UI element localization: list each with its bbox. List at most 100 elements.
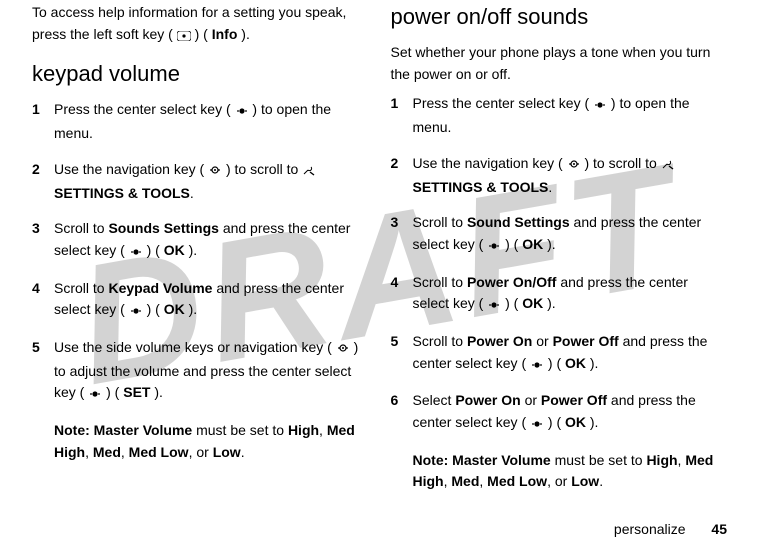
step-body: Use the navigation key ( ) to scroll to … (413, 153, 726, 198)
text: ) ( (505, 295, 518, 311)
ok-label: OK (522, 295, 543, 311)
ok-label: OK (164, 301, 185, 317)
set-label: SET (123, 384, 150, 400)
text: ) ( (147, 242, 160, 258)
page-footer: personalize 45 (614, 521, 727, 537)
text: Use the navigation key ( (413, 155, 563, 171)
step-number: 2 (391, 153, 413, 198)
power-off-label: Power Off (553, 333, 619, 349)
text: or (525, 392, 541, 408)
high-label: High (288, 422, 319, 438)
step-number: 3 (391, 212, 413, 257)
step-number: 5 (32, 337, 54, 406)
softkey-dot-icon (177, 26, 191, 48)
power-onoff-heading: power on/off sounds (391, 0, 726, 34)
settings-tools-label: SETTINGS & TOOLS (413, 179, 549, 195)
step-body: Scroll to Keypad Volume and press the ce… (54, 278, 367, 323)
info-label: Info (212, 26, 238, 42)
list-item: 1 Press the center select key ( ) to ope… (32, 99, 367, 144)
step-number: 2 (32, 159, 54, 204)
right-column: power on/off sounds Set whether your pho… (379, 0, 738, 529)
nav-key-icon (336, 339, 350, 361)
text: Press the center select key ( (54, 101, 231, 117)
text: ). (189, 301, 198, 317)
keypad-volume-heading: keypad volume (32, 57, 367, 91)
center-key-icon (593, 95, 607, 117)
note-label: Note: (413, 452, 449, 468)
list-item: 2 Use the navigation key ( ) to scroll t… (391, 153, 726, 198)
power-on-label: Power On (455, 392, 520, 408)
keypad-volume-steps: 1 Press the center select key ( ) to ope… (32, 99, 367, 406)
text: ). (154, 384, 163, 400)
ok-label: OK (164, 242, 185, 258)
text: Use the side volume keys or navigation k… (54, 339, 332, 355)
text: , or (189, 444, 213, 460)
nav-key-icon (567, 155, 581, 177)
text: , or (547, 473, 571, 489)
text: . (548, 179, 552, 195)
center-key-icon (487, 236, 501, 258)
center-key-icon (88, 384, 102, 406)
step-body: Scroll to Sound Settings and press the c… (413, 212, 726, 257)
text: ). (590, 414, 599, 430)
text: ) ( (195, 26, 208, 42)
text: ). (189, 242, 198, 258)
step-body: Select Power On or Power Off and press t… (413, 390, 726, 435)
text: must be set to (196, 422, 288, 438)
text: Scroll to (54, 220, 108, 236)
text: . (190, 185, 194, 201)
med-label: Med (451, 473, 479, 489)
step-number: 4 (391, 272, 413, 317)
med-label: Med (93, 444, 121, 460)
ok-label: OK (565, 355, 586, 371)
text: ) to scroll to (226, 161, 302, 177)
low-label: Low (571, 473, 599, 489)
text: ). (547, 236, 556, 252)
text: . (599, 473, 603, 489)
step-number: 3 (32, 218, 54, 263)
step-body: Use the side volume keys or navigation k… (54, 337, 367, 406)
ok-label: OK (522, 236, 543, 252)
step-body: Press the center select key ( ) to open … (413, 93, 726, 138)
page: To access help information for a setting… (0, 0, 757, 549)
sounds-settings-label: Sounds Settings (108, 220, 218, 236)
high-label: High (646, 452, 677, 468)
text: Scroll to (413, 333, 467, 349)
text: , (319, 422, 327, 438)
step-number: 1 (32, 99, 54, 144)
list-item: 5 Use the side volume keys or navigation… (32, 337, 367, 406)
list-item: 6 Select Power On or Power Off and press… (391, 390, 726, 435)
text: ). (590, 355, 599, 371)
step-body: Press the center select key ( ) to open … (54, 99, 367, 144)
text: Scroll to (413, 274, 467, 290)
list-item: 3 Scroll to Sound Settings and press the… (391, 212, 726, 257)
text: , (479, 473, 487, 489)
master-volume-label: Master Volume (452, 452, 551, 468)
power-on-label: Power On (467, 333, 532, 349)
right-note: Note: Master Volume must be set to High,… (413, 450, 726, 493)
step-body: Use the navigation key ( ) to scroll to … (54, 159, 367, 204)
list-item: 2 Use the navigation key ( ) to scroll t… (32, 159, 367, 204)
text: , (121, 444, 129, 460)
tools-icon (661, 155, 675, 177)
text: ). (547, 295, 556, 311)
text: Use the navigation key ( (54, 161, 204, 177)
step-body: Scroll to Power On/Off and press the cen… (413, 272, 726, 317)
list-item: 4 Scroll to Keypad Volume and press the … (32, 278, 367, 323)
text: Scroll to (413, 214, 467, 230)
list-item: 5 Scroll to Power On or Power Off and pr… (391, 331, 726, 376)
page-number: 45 (711, 521, 727, 537)
nav-key-icon (208, 161, 222, 183)
step-number: 4 (32, 278, 54, 323)
note-label: Note: (54, 422, 90, 438)
center-key-icon (530, 355, 544, 377)
ok-label: OK (565, 414, 586, 430)
keypad-volume-label: Keypad Volume (108, 280, 212, 296)
text: Scroll to (54, 280, 108, 296)
left-column: To access help information for a setting… (20, 0, 379, 529)
text: . (241, 444, 245, 460)
med-low-label: Med Low (129, 444, 189, 460)
low-label: Low (213, 444, 241, 460)
power-onoff-steps: 1 Press the center select key ( ) to ope… (391, 93, 726, 435)
text: ) ( (548, 414, 561, 430)
